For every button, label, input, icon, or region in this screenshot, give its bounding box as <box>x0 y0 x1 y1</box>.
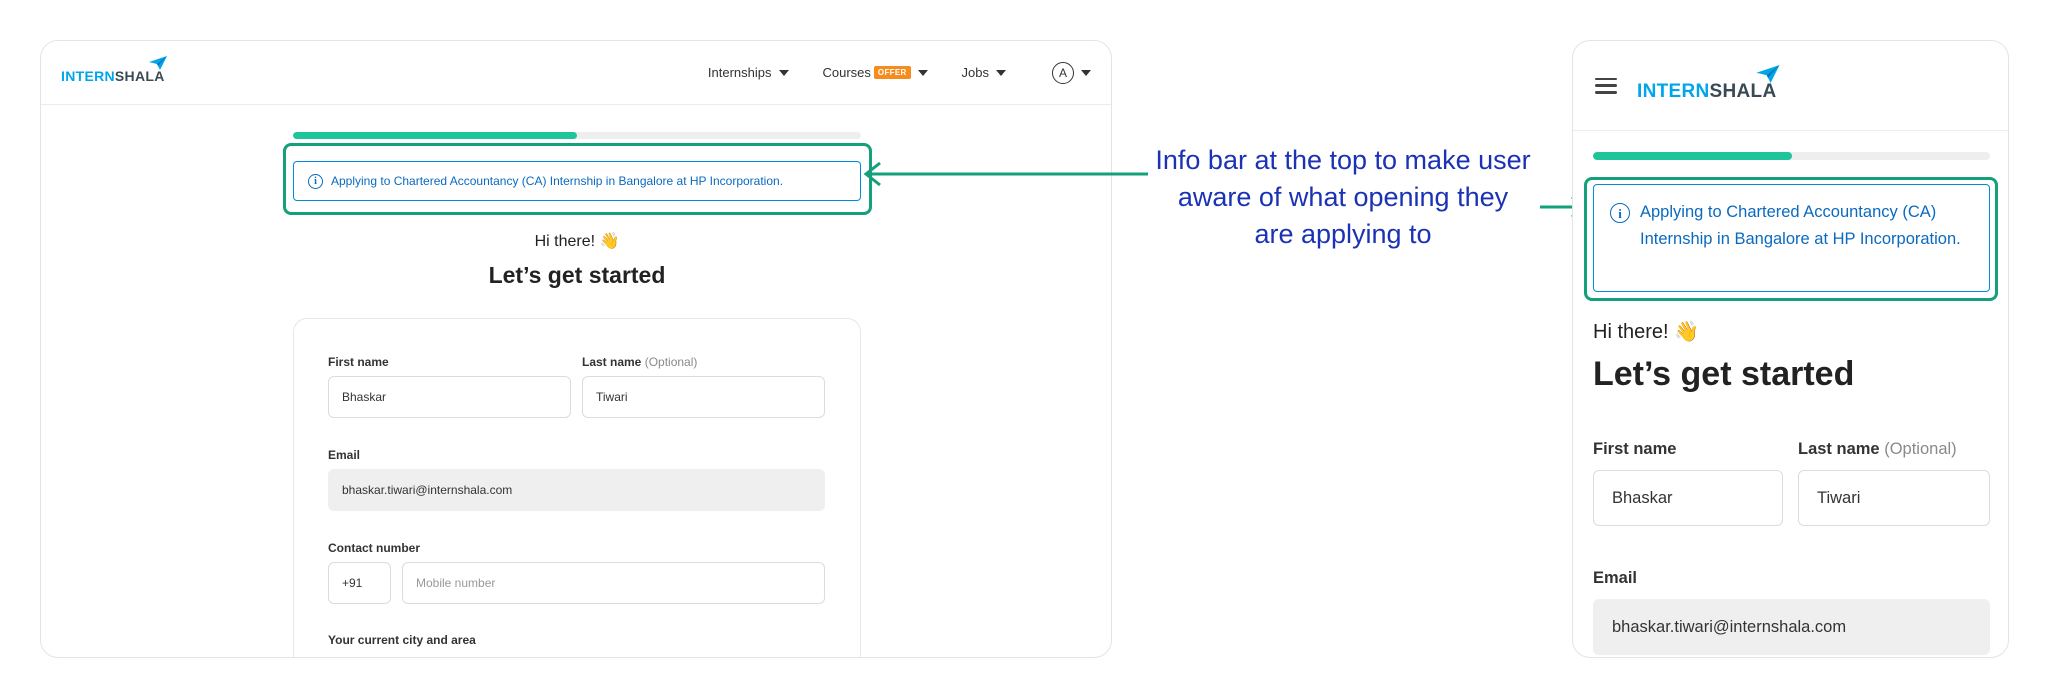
first-name-input-mobile[interactable]: Bhaskar <box>1593 470 1783 526</box>
annotation-text: Info bar at the top to make user aware o… <box>1138 142 1548 253</box>
progress-bar-mobile <box>1593 152 1990 160</box>
mobile-number-input[interactable]: Mobile number <box>402 562 825 604</box>
offer-badge: OFFER <box>873 66 911 79</box>
caret-down-icon <box>917 69 928 76</box>
optional-hint: (Optional) <box>1884 440 1957 458</box>
last-name-label-text: Last name <box>582 355 642 369</box>
nav-courses-label: Courses <box>822 65 871 80</box>
logo-part-intern: INTERN <box>1637 80 1710 102</box>
caret-down-icon <box>1081 69 1091 76</box>
first-name-label: First name <box>328 355 389 369</box>
nav-courses[interactable]: Courses OFFER <box>823 65 928 80</box>
mobile-view: INTERN SHALA i Applying to Chartered Acco… <box>1572 40 2009 658</box>
top-nav: Internships Courses OFFER Jobs A <box>674 61 1091 84</box>
logo-part-shala: SHALA <box>1709 80 1777 102</box>
city-label: Your current city and area <box>328 633 476 647</box>
last-name-input[interactable]: Tiwari <box>582 376 825 418</box>
signup-form: First name Last name (Optional) Bhaskar … <box>293 318 861 657</box>
nav-jobs[interactable]: Jobs <box>962 65 1006 80</box>
mobile-header: INTERN SHALA <box>1573 41 2008 131</box>
info-bar-highlight <box>283 143 872 215</box>
first-name-input[interactable]: Bhaskar <box>328 376 571 418</box>
desktop-view: INTERN SHALA Internships Courses OFFER Jo… <box>40 40 1112 658</box>
logo-part-shala: SHALA <box>114 67 165 84</box>
first-name-label-mobile: First name <box>1593 440 1677 458</box>
email-input[interactable]: bhaskar.tiwari@internshala.com <box>328 469 825 511</box>
last-name-label-text: Last name <box>1798 440 1880 458</box>
arrow-left-icon <box>863 161 1148 187</box>
paper-plane-icon <box>148 55 167 70</box>
email-label-mobile: Email <box>1593 569 1638 587</box>
nav-internships[interactable]: Internships <box>708 65 789 80</box>
page-title-mobile: Let’s get started <box>1593 355 1855 393</box>
optional-hint: (Optional) <box>644 355 698 369</box>
progress-fill <box>293 132 577 139</box>
logo-part-intern: INTERN <box>61 67 115 84</box>
greeting: Hi there! 👋 <box>534 233 620 250</box>
email-label: Email <box>328 448 361 462</box>
nav-jobs-label: Jobs <box>961 65 989 80</box>
progress-fill-mobile <box>1593 152 1792 160</box>
annotation-line-1: Info bar at the top to make user <box>1155 145 1531 175</box>
info-bar-highlight-mobile <box>1584 177 1998 301</box>
nav-internships-label: Internships <box>707 65 772 80</box>
caret-down-icon <box>778 69 789 76</box>
country-code-input[interactable]: +91 <box>328 562 391 604</box>
email-input-mobile[interactable]: bhaskar.tiwari@internshala.com <box>1593 599 1990 655</box>
hamburger-menu-icon[interactable] <box>1595 77 1617 94</box>
annotation-line-3: are applying to <box>1254 219 1432 249</box>
greeting-mobile: Hi there! 👋 <box>1593 321 1700 343</box>
internshala-logo-mobile[interactable]: INTERN SHALA <box>1637 64 1781 103</box>
avatar-icon: A <box>1052 61 1074 84</box>
paper-plane-icon <box>1756 64 1781 83</box>
last-name-input-mobile[interactable]: Tiwari <box>1798 470 1990 526</box>
annotation-line-2: aware of what opening they <box>1177 182 1509 212</box>
progress-bar <box>293 132 861 139</box>
page-title: Let’s get started <box>488 262 666 288</box>
account-menu[interactable]: A <box>1052 61 1091 84</box>
caret-down-icon <box>996 69 1006 76</box>
last-name-label: Last name (Optional) <box>582 355 697 369</box>
internshala-logo[interactable]: INTERN SHALA <box>61 55 167 84</box>
last-name-label-mobile: Last name (Optional) <box>1798 440 1957 459</box>
desktop-header: INTERN SHALA Internships Courses OFFER Jo… <box>41 41 1111 105</box>
contact-label: Contact number <box>328 541 421 555</box>
